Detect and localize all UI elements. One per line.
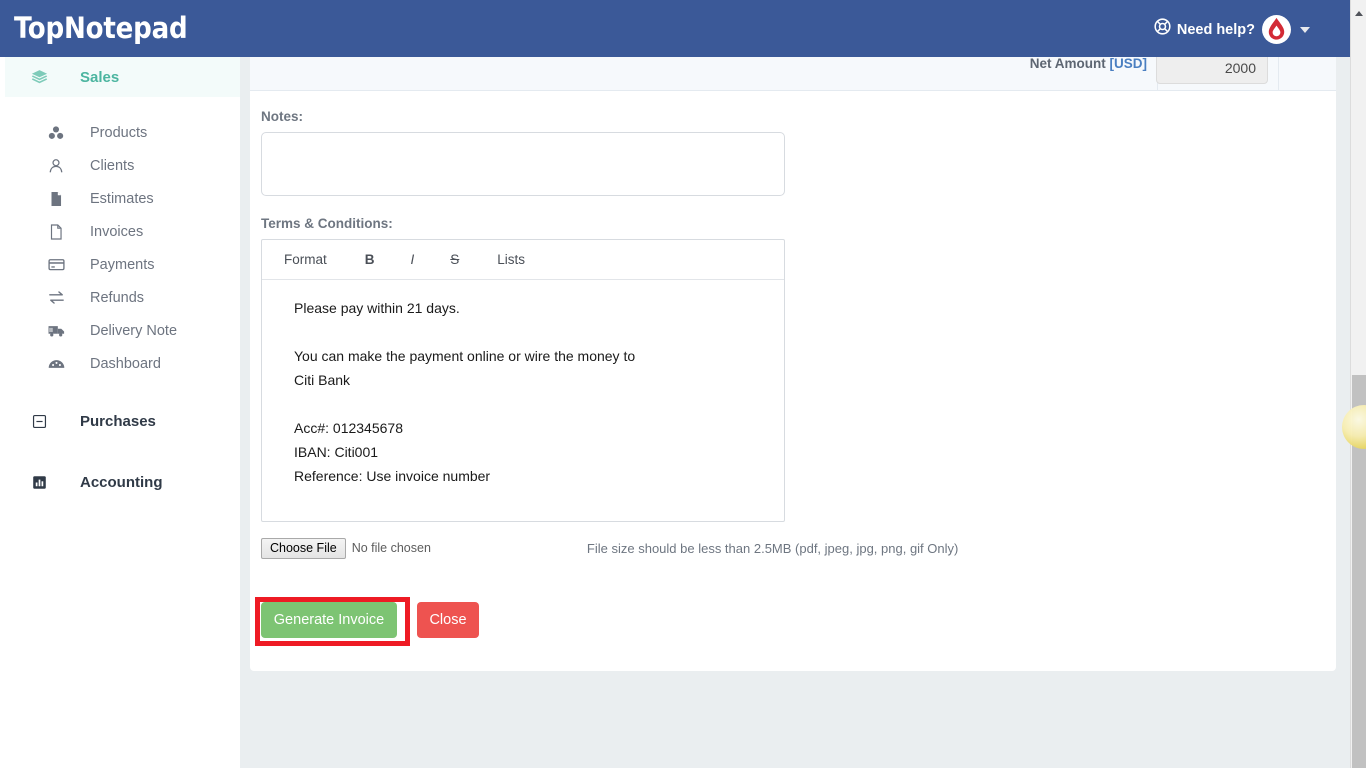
avatar — [1262, 15, 1291, 44]
card-body: Notes: Terms & Conditions: Format B I S … — [250, 91, 1336, 642]
notes-input[interactable] — [261, 132, 785, 196]
scrollbar-thumb[interactable] — [1352, 375, 1366, 768]
file-size-hint: File size should be less than 2.5MB (pdf… — [586, 540, 959, 556]
sidebar-item-invoices[interactable]: Invoices — [0, 215, 240, 248]
truck-icon — [45, 321, 67, 340]
terms-line-2: You can make the payment online or wire … — [294, 348, 636, 364]
sidebar-group-sales[interactable]: Sales — [0, 57, 240, 97]
sidebar-item-label-refunds: Refunds — [90, 289, 145, 306]
net-amount-label: Net Amount [USD] — [1030, 56, 1147, 71]
vertical-scrollbar[interactable] — [1350, 0, 1366, 768]
app-root: TopNotepad Need help? Sales Products Cli… — [0, 0, 1366, 768]
need-help-label: Need help? — [1176, 21, 1255, 38]
account-menu[interactable] — [1262, 15, 1310, 44]
terms-line-5: IBAN: Citi001 — [294, 444, 379, 460]
sidebar-group-accounting[interactable]: Accounting — [0, 462, 240, 502]
top-header-bar: TopNotepad Need help? — [0, 0, 1350, 57]
sidebar-group-label-sales: Sales — [80, 68, 120, 86]
clients-icon — [45, 157, 67, 175]
sidebar-group-label-purchases: Purchases — [80, 412, 156, 430]
logo-text-top: Top — [14, 11, 64, 45]
sidebar-item-label-payments: Payments — [90, 256, 155, 273]
sidebar-item-clients[interactable]: Clients — [0, 149, 240, 182]
generate-invoice-button[interactable]: Generate Invoice — [261, 602, 397, 638]
sidebar-item-label-dashboard: Dashboard — [90, 355, 161, 372]
sidebar-item-refunds[interactable]: Refunds — [0, 281, 240, 314]
sidebar: Sales Products Clients Estimates Invoice… — [0, 57, 240, 768]
invoice-form-card: Net Amount [USD] Notes: Terms & Conditio… — [250, 44, 1336, 671]
scroll-up-arrow-icon[interactable] — [1355, 11, 1363, 16]
products-icon — [45, 124, 67, 142]
format-dropdown-button[interactable]: Format — [278, 249, 333, 270]
notes-label: Notes: — [261, 109, 304, 124]
sidebar-item-payments[interactable]: Payments — [0, 248, 240, 281]
strikethrough-button[interactable]: S — [444, 249, 465, 270]
terms-line-3: Citi Bank — [294, 372, 351, 388]
sidebar-item-label-estimates: Estimates — [90, 190, 154, 207]
choose-file-button[interactable]: Choose File — [261, 537, 346, 559]
lists-dropdown-button[interactable]: Lists — [491, 249, 531, 270]
terms-label: Terms & Conditions: — [261, 216, 393, 231]
sidebar-group-label-accounting: Accounting — [80, 473, 163, 491]
file-status-label: No file chosen — [351, 541, 431, 555]
chevron-down-icon — [1300, 26, 1310, 33]
net-amount-label-text: Net Amount — [1029, 56, 1110, 71]
sidebar-item-label-products: Products — [90, 124, 148, 141]
terms-line-1: Please pay within 21 days. — [294, 300, 460, 316]
invoice-document-icon — [45, 223, 67, 241]
sidebar-item-label-clients: Clients — [90, 157, 135, 174]
italic-button[interactable]: I — [405, 249, 421, 270]
minus-square-icon — [28, 413, 50, 430]
logo-text-notepad: Notepad — [63, 11, 188, 45]
sidebar-item-estimates[interactable]: Estimates — [0, 182, 240, 215]
exchange-arrows-icon — [45, 288, 67, 307]
lifebuoy-icon — [1154, 18, 1171, 41]
sidebar-left-edge — [0, 57, 5, 768]
app-logo[interactable]: TopNotepad — [14, 11, 188, 45]
file-upload-row: Choose File No file chosen File size sho… — [261, 536, 1336, 560]
sidebar-item-products[interactable]: Products — [0, 116, 240, 149]
sidebar-item-dashboard[interactable]: Dashboard — [0, 347, 240, 380]
bar-chart-icon — [28, 474, 50, 491]
form-actions: Generate Invoice Close — [261, 598, 1336, 642]
terms-editor: Format B I S Lists Please pay within 21 … — [261, 239, 785, 522]
net-amount-currency: [USD] — [1109, 56, 1148, 71]
terms-content[interactable]: Please pay within 21 days. You can make … — [262, 280, 784, 521]
sidebar-item-delivery-note[interactable]: Delivery Note — [0, 314, 240, 347]
sidebar-item-label-invoices: Invoices — [90, 223, 144, 240]
terms-line-6: Reference: Use invoice number — [294, 468, 491, 484]
close-button[interactable]: Close — [417, 602, 479, 638]
credit-card-icon — [45, 255, 67, 274]
bold-button[interactable]: B — [359, 249, 381, 270]
layers-icon — [28, 68, 50, 87]
editor-toolbar: Format B I S Lists — [262, 240, 784, 280]
sidebar-group-purchases[interactable]: Purchases — [0, 401, 240, 441]
sidebar-item-label-delivery-note: Delivery Note — [90, 322, 178, 339]
terms-line-4: Acc#: 012345678 — [294, 420, 403, 436]
dashboard-gauge-icon — [45, 354, 67, 373]
estimates-document-icon — [45, 190, 67, 208]
need-help-link[interactable]: Need help? — [1154, 18, 1255, 41]
